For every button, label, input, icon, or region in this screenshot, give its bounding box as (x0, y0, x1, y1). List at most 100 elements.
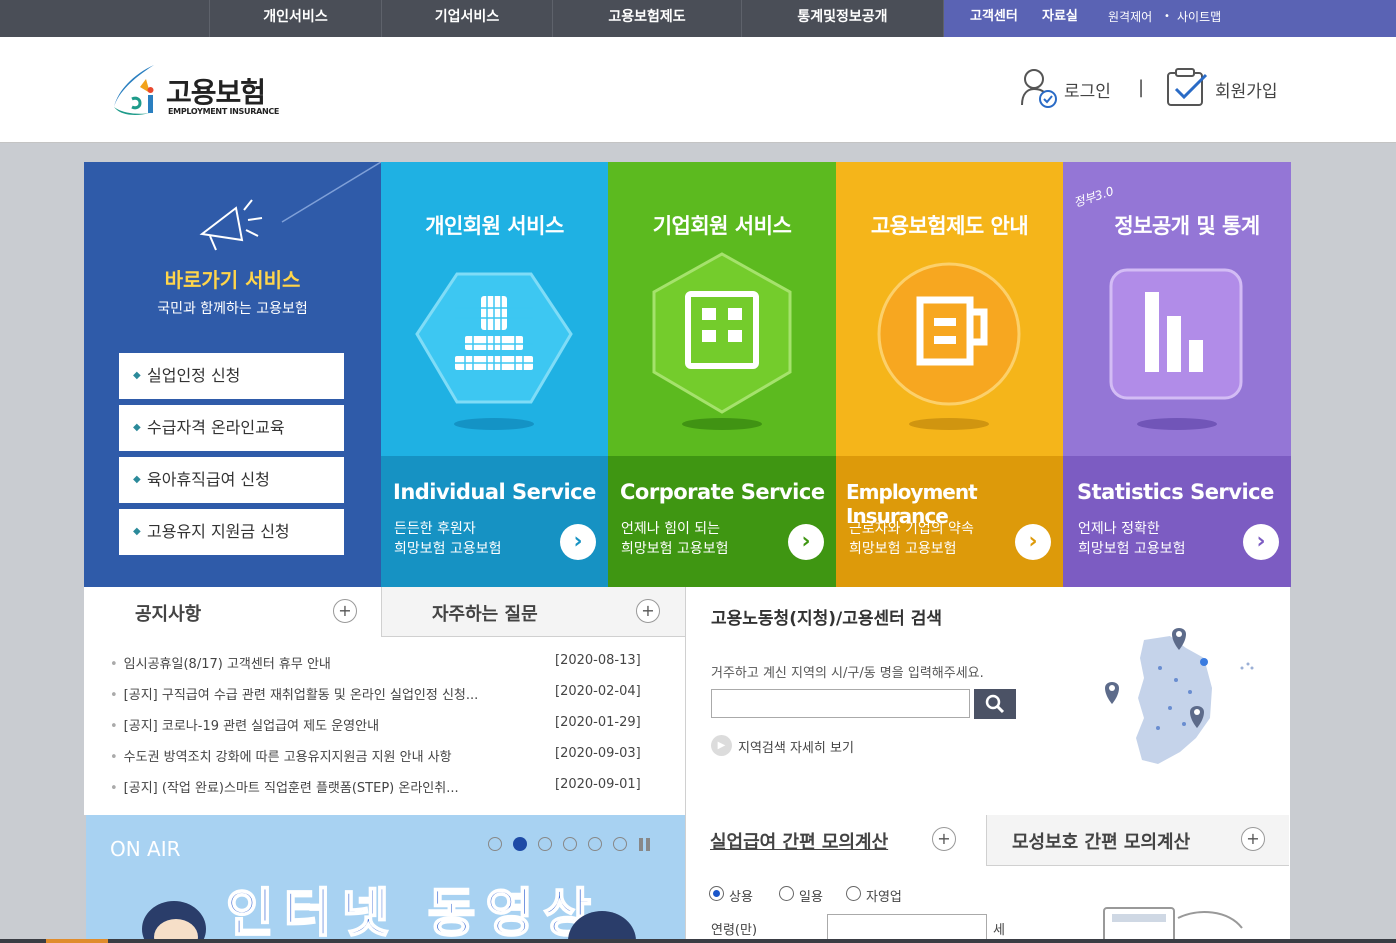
util-library[interactable]: 자료실 (1042, 0, 1078, 34)
card-title: 기업회원 서비스 (652, 214, 792, 238)
nav-statistics[interactable]: 통계및정보공개 (741, 0, 944, 37)
card-line1: 언제나 정확한 (1078, 521, 1160, 537)
quick-service-title: 바로가기 서비스 (164, 268, 301, 292)
megaphone-icon (199, 199, 263, 251)
card-corporate-service[interactable]: 기업회원 서비스 Corporate Service 언제나 힘이 되는 희망보… (608, 162, 836, 587)
diamond-bullet-icon: ◆ (133, 370, 141, 381)
notice-item[interactable]: [공지] 코로나-19 관련 실업급여 제도 운영안내 (110, 715, 540, 734)
slide-dot-2-active[interactable] (513, 837, 527, 851)
nav-insurance-system[interactable]: 고용보험제도 (552, 0, 741, 37)
card-employment-insurance[interactable]: 고용보험제도 안내 Employment Insurance 근로자와 기업의 … (836, 162, 1063, 587)
site-header: 고용보험 EMPLOYMENT INSURANCE 로그인 | 회원가입 (0, 37, 1396, 143)
radio-regular-label: 상용 (729, 890, 753, 905)
radio-regular-selected[interactable] (709, 886, 724, 901)
onair-label: ON AIR (110, 837, 181, 861)
logo-subtitle: EMPLOYMENT INSURANCE (168, 107, 280, 116)
character-right-icon (568, 911, 636, 943)
tab-unemployment-calc[interactable]: 실업급여 간편 모의계산 (710, 828, 888, 854)
quick-button-label: 고용유지 지원금 신청 (147, 522, 290, 541)
top-navigation: 개인서비스 기업서비스 고용보험제도 통계및정보공개 고객센터 자료실 원격제어… (0, 0, 1396, 37)
card-line2: 희망보험 고용보험 (621, 541, 729, 557)
notice-date: [2020-09-03] (555, 746, 641, 761)
notice-item[interactable]: [공지] (작업 완료)스마트 직업훈련 플랫폼(STEP) 온라인취... (110, 777, 540, 796)
quick-button-label: 실업인정 신청 (147, 366, 241, 385)
notice-item[interactable]: 임시공휴일(8/17) 고객센터 휴무 안내 (110, 653, 540, 672)
chevron-right-icon[interactable]: › (1015, 524, 1051, 560)
maternity-calc-more-icon[interactable]: + (1241, 827, 1265, 851)
center-search-title: 고용노동청(지청)/고용센터 검색 (711, 609, 942, 629)
card-line2: 희망보험 고용보험 (394, 541, 502, 557)
radio-self-employed[interactable] (846, 886, 861, 901)
tab-faq[interactable]: 자주하는 질문 (432, 600, 538, 626)
notice-more-icon[interactable]: + (333, 599, 357, 623)
onair-banner[interactable]: ON AIR 인터넷 동영상 (86, 815, 685, 943)
signup-link[interactable]: 회원가입 (1215, 77, 1278, 102)
nav-corporate-service[interactable]: 기업서비스 (381, 0, 552, 37)
quick-button-label: 육아휴직급여 신청 (147, 470, 270, 489)
quick-button-parental-leave[interactable]: ◆ 육아휴직급여 신청 (119, 457, 344, 503)
character-left-icon (142, 901, 206, 943)
card-title: 고용보험제도 안내 (870, 214, 1029, 238)
building-emblem-icon (652, 252, 792, 430)
play-circle-icon[interactable]: ▶ (711, 735, 732, 756)
card-english-title: Corporate Service (620, 480, 825, 504)
search-button[interactable] (974, 689, 1016, 719)
notice-item[interactable]: 수도권 방역조치 강화에 따른 고용유지지원금 지원 안내 사항 (110, 746, 540, 765)
radio-daily[interactable] (779, 886, 794, 901)
quick-service-panel: 바로가기 서비스 국민과 함께하는 고용보험 ◆ 실업인정 신청 ◆ 수급자격 온라… (84, 162, 381, 587)
region-search-detail-link[interactable]: 지역검색 자세히 보기 (738, 737, 854, 756)
util-customer-center[interactable]: 고객센터 (970, 0, 1018, 34)
card-english-title: Individual Service (393, 480, 596, 504)
slide-dot-5[interactable] (588, 837, 602, 851)
gov30-badge: 정부3.0 (1071, 183, 1116, 210)
slide-dot-6[interactable] (613, 837, 627, 851)
login-icon[interactable] (1020, 67, 1060, 109)
unemployment-calc-more-icon[interactable]: + (932, 827, 956, 851)
document-emblem-icon (877, 262, 1021, 430)
card-individual-service[interactable]: 개인회원 서비스 Individual Service 든든한 후원자 희망보험… (381, 162, 608, 587)
notice-item[interactable]: [공지] 구직급여 수급 관련 재취업활동 및 온라인 실업인정 신청... (110, 684, 540, 703)
pause-icon[interactable] (638, 838, 652, 852)
util-dot: • (1164, 11, 1170, 22)
person-emblem-icon (415, 272, 573, 430)
quick-button-online-education[interactable]: ◆ 수급자격 온라인교육 (119, 405, 344, 451)
faq-more-icon[interactable]: + (636, 599, 660, 623)
korea-map-icon (1105, 628, 1254, 764)
login-link[interactable]: 로그인 (1064, 77, 1111, 102)
card-title: 개인회원 서비스 (425, 214, 564, 238)
card-statistics-service[interactable]: 정부3.0 정보공개 및 통계 Statistics Service 언제나 정… (1063, 162, 1291, 587)
diamond-bullet-icon: ◆ (133, 422, 141, 433)
logo-icon[interactable] (110, 63, 164, 119)
utility-menu: 고객센터 자료실 원격제어 • 사이트맵 (944, 0, 1396, 37)
quick-button-employment-retention[interactable]: ◆ 고용유지 지원금 신청 (119, 509, 344, 555)
chevron-right-icon[interactable]: › (788, 524, 824, 560)
age-unit: 세 (993, 923, 1005, 938)
tab-notice[interactable]: 공지사항 (135, 600, 201, 626)
logo-title[interactable]: 고용보험 (166, 71, 266, 111)
card-line1: 근로자와 기업의 약속 (849, 521, 974, 537)
notice-date: [2020-09-01] (555, 777, 641, 792)
chevron-right-icon[interactable]: › (1243, 524, 1279, 560)
util-remote-control[interactable]: 원격제어 (1108, 0, 1152, 34)
diamond-bullet-icon: ◆ (133, 526, 141, 537)
quick-button-label: 수급자격 온라인교육 (147, 418, 285, 437)
util-sitemap[interactable]: 사이트맵 (1177, 0, 1221, 34)
card-line2: 희망보험 고용보험 (849, 541, 957, 557)
chevron-right-icon[interactable]: › (560, 524, 596, 560)
tab-maternity-calc[interactable]: 모성보호 간편 모의계산 (1012, 828, 1190, 854)
card-title: 정보공개 및 통계 (1114, 214, 1260, 238)
quick-button-unemployment-recognition[interactable]: ◆ 실업인정 신청 (119, 353, 344, 399)
search-icon (985, 694, 1005, 714)
slide-dot-3[interactable] (538, 837, 552, 851)
onair-headline: 인터넷 동영상 (225, 883, 602, 943)
card-line2: 희망보험 고용보험 (1078, 541, 1186, 557)
radio-daily-label: 일용 (799, 890, 823, 905)
nav-personal-service[interactable]: 개인서비스 (209, 0, 381, 37)
slide-dot-1[interactable] (488, 837, 502, 851)
signup-icon[interactable] (1166, 67, 1210, 107)
slide-dot-4[interactable] (563, 837, 577, 851)
region-search-input[interactable] (711, 689, 970, 718)
radio-self-employed-label: 자영업 (866, 890, 902, 905)
header-divider: | (1138, 77, 1145, 98)
chart-emblem-icon (1109, 268, 1243, 430)
